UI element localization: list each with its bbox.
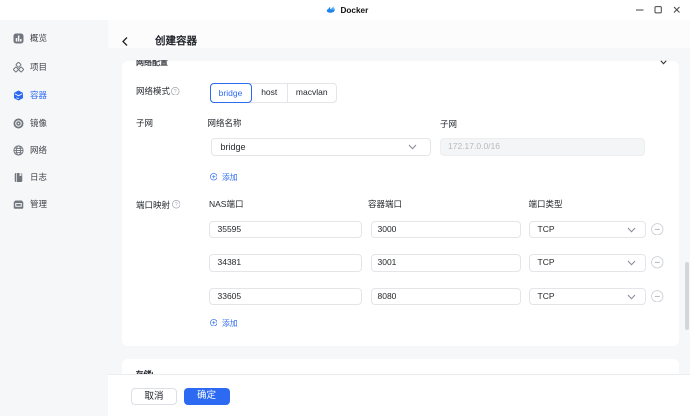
svg-text:?: ? <box>174 202 177 208</box>
svg-text:?: ? <box>174 89 177 95</box>
